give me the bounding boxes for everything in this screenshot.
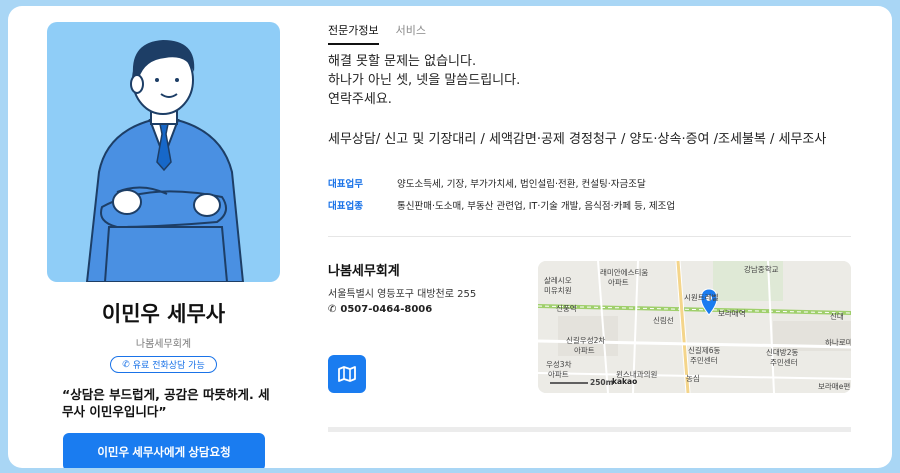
office-phone[interactable]: ✆ 0507-0464-8006	[328, 304, 432, 315]
intro-line: 하나가 아닌 셋, 넷을 말씀드립니다.	[328, 73, 521, 88]
expert-name: 이민우 세무사	[101, 302, 226, 326]
location-map[interactable]: 살레시오 미유치원 래미안에스티움 아파트 강남중학교 신풍역 보라매역 신림선…	[538, 261, 851, 393]
map-label: 강남중학교	[744, 265, 779, 274]
firm-name: 나봄세무회계	[135, 339, 192, 350]
phone-icon: ✆	[122, 359, 130, 370]
intro-text: 해결 못할 문제는 없습니다. 하나가 아닌 셋, 넷을 말씀드립니다. 연락주…	[328, 52, 520, 109]
map-label: 주민센터	[690, 356, 718, 365]
map-label: 신대	[830, 312, 844, 321]
detail-row: 대표업무 양도소득세, 기장, 부가가치세, 법인설립·전환, 컨설팅·자금조달	[328, 176, 646, 190]
map-button[interactable]	[328, 355, 366, 393]
map-label: 보라매e편	[818, 382, 851, 391]
badge-label: 유료 전화상담 가능	[132, 361, 205, 371]
person-illustration	[85, 40, 245, 282]
map-label: 아파트	[548, 370, 569, 379]
map-label: 신림선	[653, 316, 674, 325]
section-divider	[328, 236, 851, 237]
detail-value: 양도소득세, 기장, 부가가치세, 법인설립·전환, 컨설팅·자금조달	[397, 179, 646, 190]
map-label: 농심	[686, 374, 700, 383]
detail-key: 대표업종	[328, 201, 363, 212]
office-address: 서울특별시 영등포구 대방천로 255	[328, 289, 477, 300]
kakao-logo: kakao	[612, 377, 638, 386]
tab-expert-info[interactable]: 전문가정보	[328, 22, 379, 45]
map-icon	[338, 366, 356, 382]
consult-request-button[interactable]: 이민우 세무사에게 상담요청	[63, 433, 265, 468]
intro-line: 연락주세요.	[328, 92, 392, 107]
profile-quote: “상담은 부드럽게, 공감은 따뜻하게. 세무사 이민우입니다”	[62, 387, 270, 419]
detail-row: 대표업종 통신판매·도소매, 부동산 관련업, IT·기술 개발, 음식점·카페…	[328, 198, 675, 212]
profile-portrait	[47, 22, 280, 282]
office-name: 나봄세무회계	[328, 264, 400, 279]
tab-services[interactable]: 서비스	[396, 22, 426, 45]
section-bottom-bar	[328, 427, 851, 432]
profile-page: 이민우 세무사 나봄세무회계 ✆ 유료 전화상담 가능 “상담은 부드럽게, 공…	[8, 6, 892, 468]
map-label: 신풍역	[556, 304, 577, 313]
services-summary: 세무상담/ 신고 및 기장대리 / 세액감면·공제 경정청구 / 양도·상속·증…	[328, 132, 827, 147]
phone-number: 0507-0464-8006	[340, 304, 433, 315]
map-label: 아파트	[574, 346, 595, 355]
phone-consult-badge: ✆ 유료 전화상담 가능	[110, 356, 217, 373]
map-label: 미유치원	[544, 286, 572, 295]
tab-bar: 전문가정보 서비스	[328, 22, 426, 45]
map-label: 하나로마트	[825, 338, 851, 347]
intro-line: 해결 못할 문제는 없습니다.	[328, 54, 477, 69]
map-label: 주민센터	[770, 358, 798, 367]
phone-icon: ✆	[328, 304, 337, 315]
map-scale: 250m	[590, 378, 614, 387]
detail-key: 대표업무	[328, 179, 363, 190]
map-label: 아파트	[608, 278, 629, 287]
map-label: 시원트레벨	[684, 293, 719, 302]
detail-value: 통신판매·도소매, 부동산 관련업, IT·기술 개발, 음식점·카페 등, 제…	[397, 201, 676, 212]
map-label: 보라매역	[718, 309, 746, 318]
